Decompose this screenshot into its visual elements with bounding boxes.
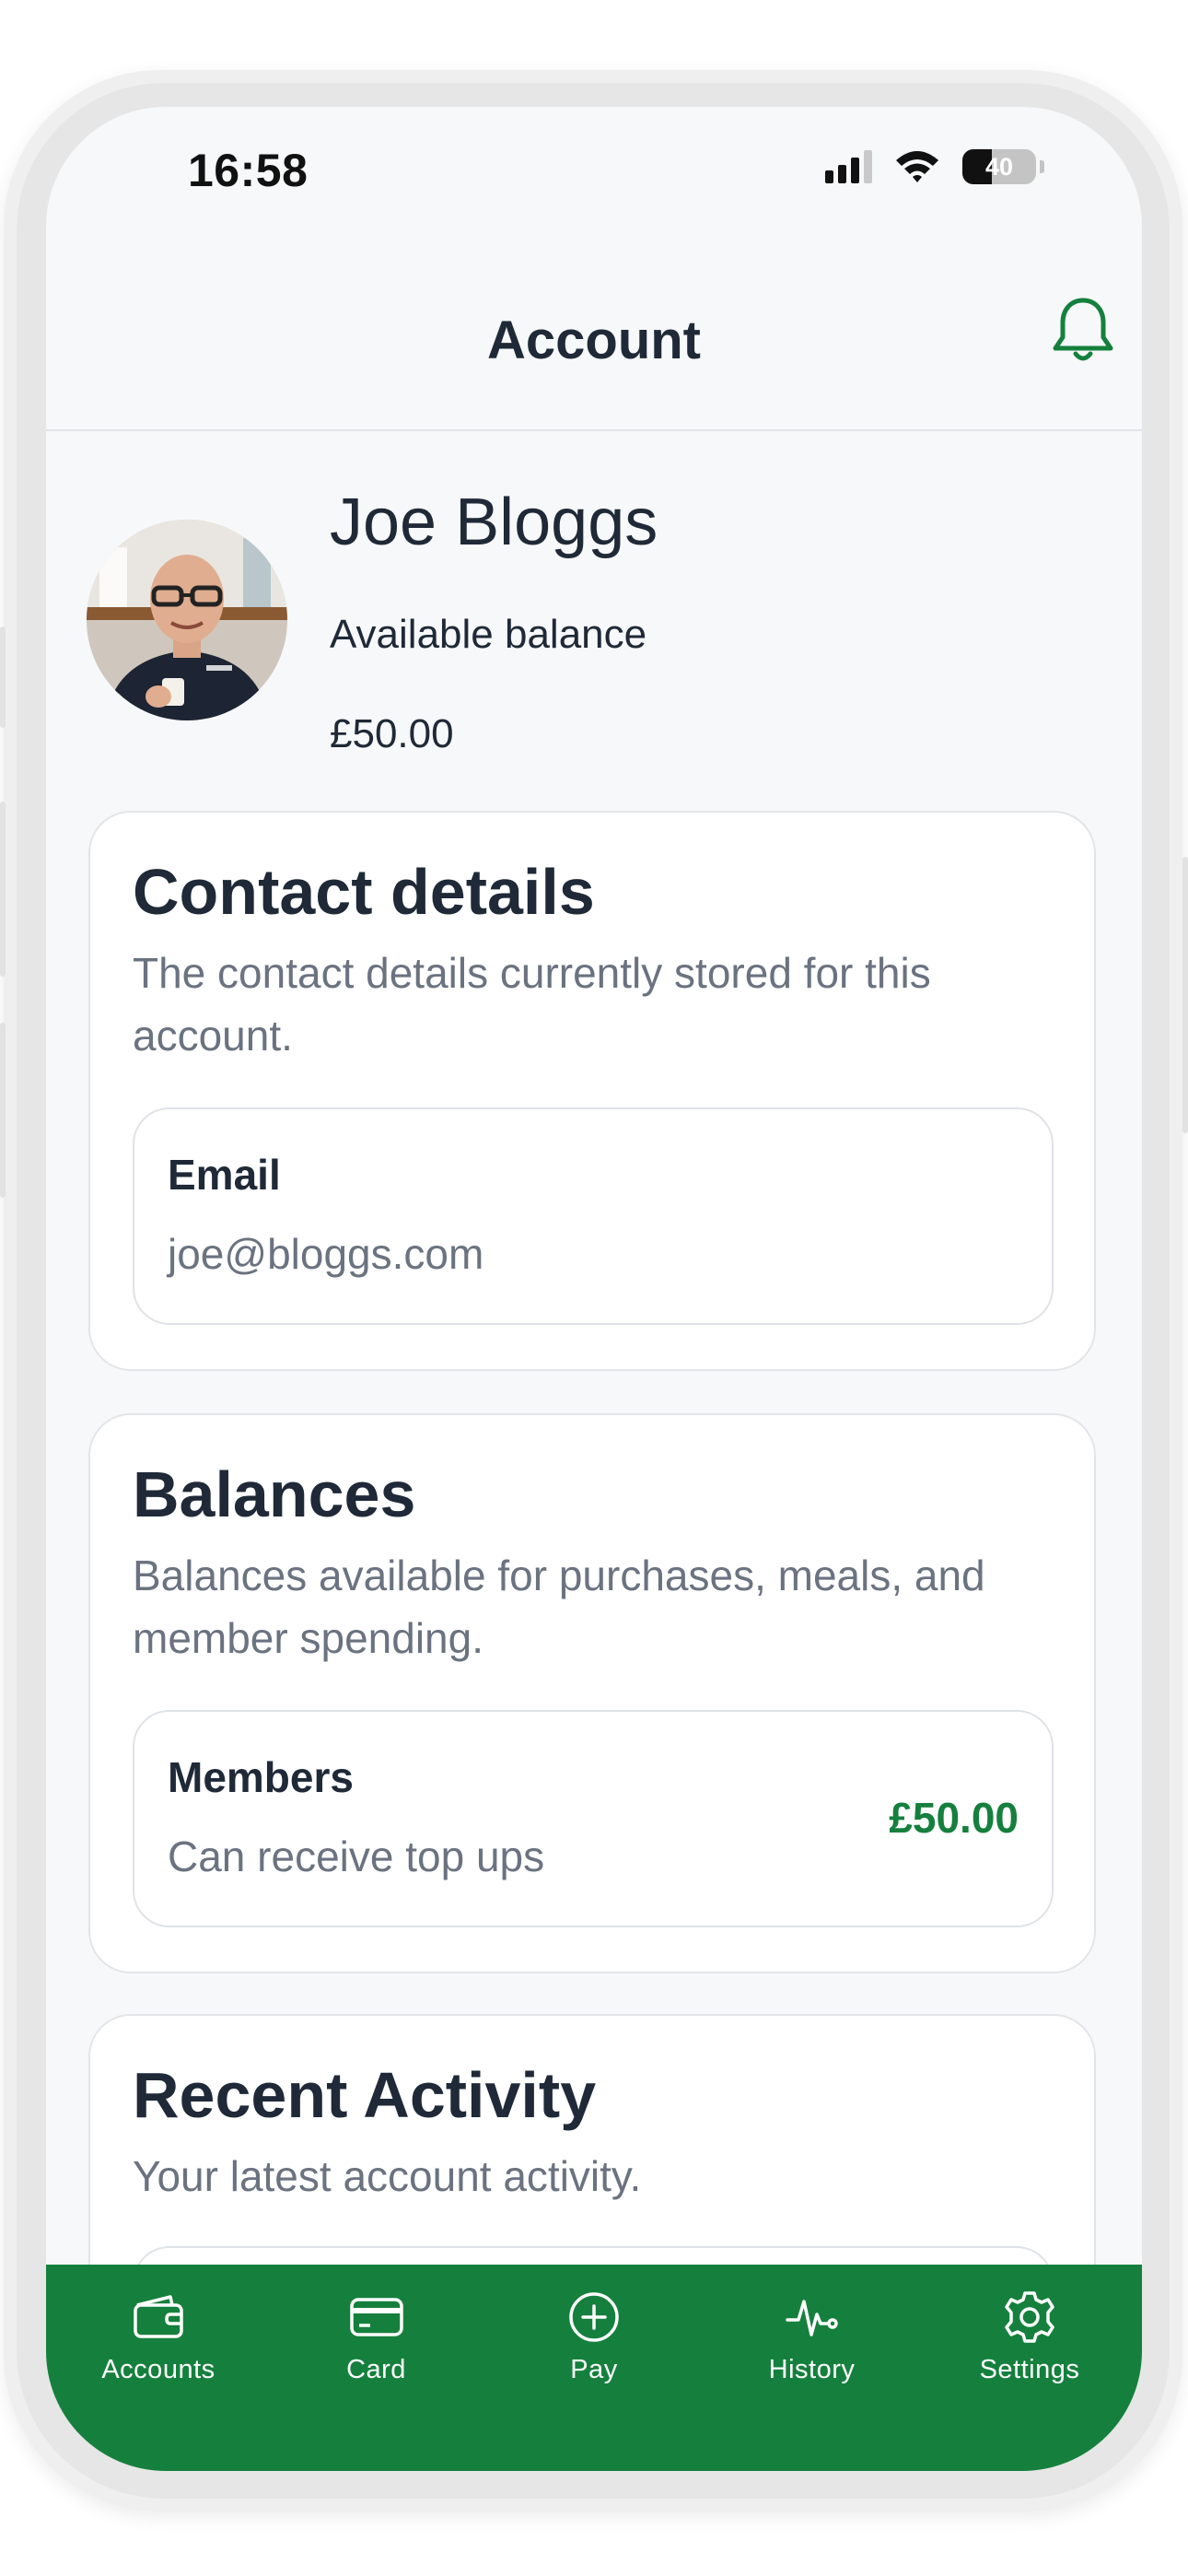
tab-pay[interactable]: Pay <box>487 2265 701 2471</box>
wallet-icon <box>134 2295 183 2338</box>
signal-icon <box>825 150 872 183</box>
email-field[interactable]: Email joe@bloggs.com <box>133 1107 1054 1325</box>
tab-label: History <box>768 2355 856 2384</box>
balance-item-members[interactable]: Members Can receive top ups £50.00 <box>133 1710 1054 1927</box>
device-side-button <box>0 626 6 728</box>
page-title: Account <box>487 310 701 370</box>
email-value: joe@bloggs.com <box>168 1230 484 1278</box>
device-side-button <box>0 1023 6 1198</box>
battery-level: 40 <box>984 152 1014 181</box>
status-icons: 40 <box>825 149 1044 184</box>
activity-icon <box>785 2300 838 2336</box>
contact-details-card: Contact details The contact details curr… <box>88 811 1096 1371</box>
device-side-button <box>0 802 6 977</box>
bell-icon[interactable] <box>1048 295 1118 369</box>
bottom-tab-bar: Accounts Card Pay History Settings <box>46 2265 1142 2471</box>
battery-icon: 40 <box>962 149 1036 184</box>
balances-card: Balances Balances available for purchase… <box>88 1413 1096 1973</box>
tab-label: Accounts <box>101 2355 215 2384</box>
balance-item-subtitle: Can receive top ups <box>168 1832 545 1880</box>
contact-details-description: The contact details currently stored for… <box>133 949 931 1060</box>
recent-activity-title: Recent Activity <box>133 2059 597 2131</box>
card-icon <box>349 2298 403 2336</box>
contact-details-title: Contact details <box>133 856 595 928</box>
plus-circle-icon <box>569 2292 619 2342</box>
battery-tip <box>1040 160 1044 173</box>
status-time: 16:58 <box>188 145 309 196</box>
tab-accounts[interactable]: Accounts <box>52 2265 265 2471</box>
recent-activity-description: Your latest account activity. <box>133 2152 642 2200</box>
tab-history[interactable]: History <box>705 2265 919 2471</box>
tab-card[interactable]: Card <box>270 2265 483 2471</box>
balances-title: Balances <box>133 1458 416 1530</box>
profile-name: Joe Bloggs <box>330 486 658 559</box>
tab-label: Settings <box>979 2355 1080 2384</box>
app-screen: 16:58 40 Account Joe Bloggs Available ba… <box>46 107 1142 2471</box>
available-balance-value: £50.00 <box>330 711 454 756</box>
balance-item-amount: £50.00 <box>889 1794 1019 1842</box>
app-header: Account <box>46 263 1142 431</box>
wifi-icon <box>896 151 938 182</box>
device-side-button <box>1182 857 1188 1133</box>
avatar <box>87 520 287 720</box>
gear-icon <box>1005 2291 1054 2343</box>
balance-item-label: Members <box>168 1753 354 1801</box>
tab-label: Pay <box>570 2355 618 2384</box>
email-label: Email <box>168 1151 281 1199</box>
tab-settings[interactable]: Settings <box>923 2265 1136 2471</box>
available-balance-label: Available balance <box>330 612 647 657</box>
tab-label: Card <box>346 2355 406 2384</box>
balances-description: Balances available for purchases, meals,… <box>133 1551 985 1662</box>
